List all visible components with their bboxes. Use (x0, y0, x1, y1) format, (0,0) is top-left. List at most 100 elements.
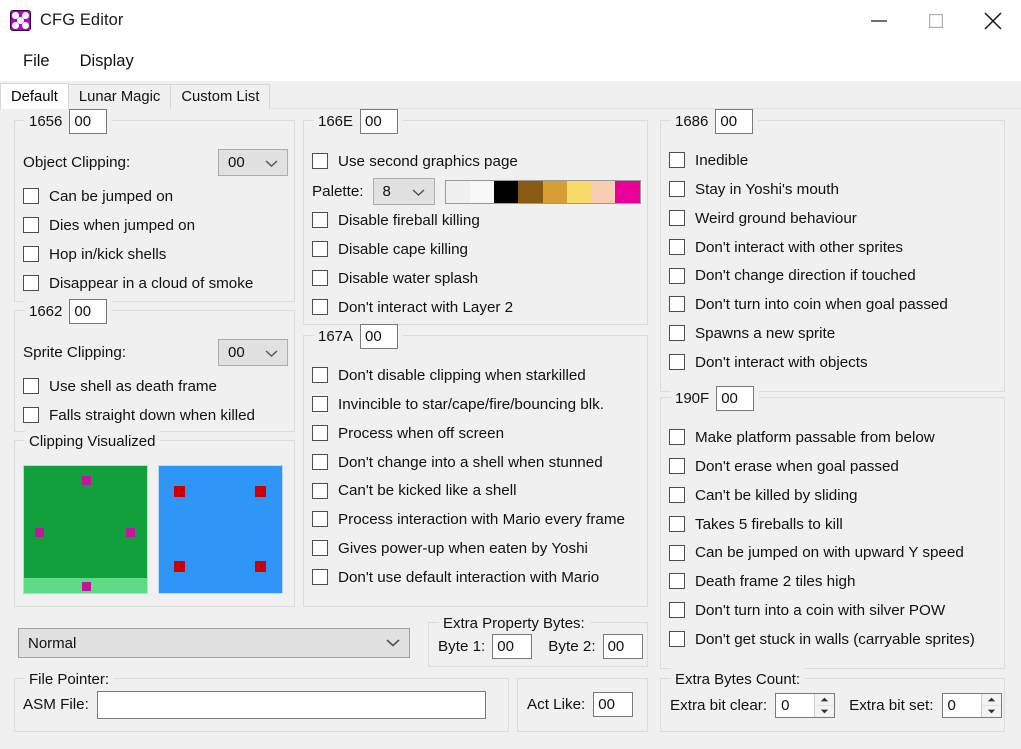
checkbox-dont-use-default-interaction-with-mario[interactable]: Don't use default interaction with Mario (312, 563, 625, 592)
checkbox-spawns-a-new-sprite[interactable]: Spawns a new sprite (669, 319, 948, 348)
sprite-clipping-label: Sprite Clipping: (23, 344, 126, 361)
object-clipping-select[interactable]: 00 (218, 149, 288, 176)
checkbox-falls-straight-down-when-killed[interactable]: Falls straight down when killed (23, 401, 255, 430)
checkbox-disable-fireball-killing[interactable]: Disable fireball killing (312, 206, 513, 235)
checkbox-disable-cape-killing[interactable]: Disable cape killing (312, 235, 513, 264)
tab-lunar-magic[interactable]: Lunar Magic (67, 84, 172, 109)
checkbox-dont-change-direction-if-touched[interactable]: Don't change direction if touched (669, 261, 948, 290)
group-167A-hex-value[interactable]: 00 (360, 323, 399, 349)
extra-bit-clear-stepper[interactable]: 0 (775, 693, 836, 718)
checkbox-process-interaction-with-mario-every-frame[interactable]: Process interaction with Mario every fra… (312, 505, 625, 534)
checkbox-cant-be-killed-by-sliding[interactable]: Can't be killed by sliding (669, 481, 975, 510)
checkbox-stay-in-yoshis-mouth[interactable]: Stay in Yoshi's mouth (669, 175, 948, 204)
checkbox-gives-power-up-when-eaten-by-yoshi[interactable]: Gives power-up when eaten by Yoshi (312, 534, 625, 563)
checkbox-dont-erase-when-goal-passed[interactable]: Don't erase when goal passed (669, 452, 975, 481)
checkbox-can-be-jumped-on-with-upward-y-speed[interactable]: Can be jumped on with upward Y speed (669, 538, 975, 567)
group-190F-hex-value[interactable]: 00 (716, 385, 755, 411)
checkbox-box (312, 540, 328, 557)
sprite-type-select[interactable]: Normal (18, 628, 410, 658)
checkbox-process-when-off-screen[interactable]: Process when off screen (312, 419, 625, 448)
sprite-type-value: Normal (28, 634, 77, 652)
stepper-arrows[interactable] (980, 694, 1001, 717)
stepper-up-icon[interactable] (815, 694, 835, 706)
extra-bit-set-label: Extra bit set: (849, 697, 934, 714)
checkbox-use-shell-as-death-frame[interactable]: Use shell as death frame (23, 372, 255, 401)
tab-strip: Default Lunar Magic Custom List (0, 83, 1021, 109)
asm-file-label: ASM File: (23, 696, 89, 713)
chevron-down-icon (265, 154, 278, 171)
checkbox-disable-water-splash[interactable]: Disable water splash (312, 264, 513, 293)
sprite-clipping-select[interactable]: 00 (218, 339, 288, 366)
checkbox-disappear-in-cloud-of-smoke[interactable]: Disappear in a cloud of smoke (23, 268, 253, 297)
asm-file-input[interactable] (96, 690, 486, 719)
group-1662-address: 1662 (29, 302, 63, 320)
group-167A: 167A 00 Don't disable clipping when star… (303, 323, 648, 607)
checkbox-box (669, 296, 685, 313)
group-1662-hex-value[interactable]: 00 (69, 298, 108, 324)
byte1-input[interactable]: 00 (492, 634, 533, 659)
tab-page-default: 1656 00 Object Clipping: 00 Can be jumpe… (0, 108, 1021, 749)
checkbox-box (312, 298, 328, 315)
checkbox-takes-5-fireballs-to-kill[interactable]: Takes 5 fireballs to kill (669, 509, 975, 538)
tab-custom-list[interactable]: Custom List (170, 84, 271, 109)
close-icon[interactable] (964, 0, 1021, 41)
menu-item-file[interactable]: File (12, 49, 61, 74)
palette-swatch-5 (566, 180, 592, 203)
checkbox-hop-in-kick-shells[interactable]: Hop in/kick shells (23, 240, 253, 269)
clipping-visualized-legend: Clipping Visualized (25, 430, 161, 452)
checkbox-dont-interact-with-layer-2[interactable]: Don't interact with Layer 2 (312, 292, 513, 321)
checkbox-box (669, 544, 685, 561)
palette-swatch-6 (591, 180, 616, 203)
menu-item-display[interactable]: Display (69, 49, 145, 74)
stepper-down-icon[interactable] (982, 706, 1001, 717)
act-like-label: Act Like: (527, 696, 586, 713)
checkbox-dont-interact-with-objects[interactable]: Don't interact with objects (669, 348, 948, 377)
byte2-input[interactable]: 00 (602, 634, 643, 659)
extra-bit-set-stepper[interactable]: 0 (941, 693, 1002, 718)
checkbox-label: Disable fireball killing (338, 212, 480, 230)
extra-bit-clear-value: 0 (781, 697, 790, 714)
checkbox-invincible-to-star-cape-fire-bouncing-blk[interactable]: Invincible to star/cape/fire/bouncing bl… (312, 390, 625, 419)
checkbox-dies-when-jumped-on[interactable]: Dies when jumped on (23, 211, 253, 240)
stepper-up-icon[interactable] (981, 694, 1001, 706)
checkbox-label: Use shell as death frame (49, 378, 217, 396)
group-167A-legend: 167A 00 (314, 323, 404, 349)
checkbox-dont-disable-clipping-when-starkilled[interactable]: Don't disable clipping when starkilled (312, 361, 625, 390)
stepper-down-icon[interactable] (815, 706, 834, 717)
group-1656-hex-value[interactable]: 00 (69, 108, 108, 134)
palette-select[interactable]: 8 (372, 178, 435, 205)
checkbox-dont-change-into-a-shell-when-stunned[interactable]: Don't change into a shell when stunned (312, 447, 625, 476)
clip-marker-top (82, 476, 91, 485)
checkbox-dont-turn-into-a-coin-with-silver-pow[interactable]: Don't turn into a coin with silver POW (669, 596, 975, 625)
object-clipping-label: Object Clipping: (23, 154, 131, 171)
checkbox-label: Don't interact with objects (695, 353, 868, 371)
palette-swatch-0 (446, 181, 470, 203)
checkbox-weird-ground-behaviour[interactable]: Weird ground behaviour (669, 204, 948, 233)
palette-swatch-7 (615, 180, 640, 203)
checkbox-box (23, 188, 39, 205)
checkbox-label: Don't turn into a coin with silver POW (695, 602, 946, 620)
group-166E-hex-value[interactable]: 00 (360, 108, 399, 134)
checkbox-dont-interact-with-other-sprites[interactable]: Don't interact with other sprites (669, 232, 948, 261)
file-pointer-legend: File Pointer: (25, 668, 115, 690)
checkbox-dont-turn-into-coin-when-goal-passed[interactable]: Don't turn into coin when goal passed (669, 290, 948, 319)
checkbox-inedible[interactable]: Inedible (669, 146, 948, 175)
checkbox-make-platform-passable-from-below[interactable]: Make platform passable from below (669, 423, 975, 452)
group-190F-address: 190F (675, 389, 710, 407)
group-1686-hex-value[interactable]: 00 (715, 108, 754, 134)
palette-swatch-4 (542, 180, 567, 203)
checkbox-use-second-graphics-page[interactable]: Use second graphics page (312, 147, 518, 176)
tab-default[interactable]: Default (0, 83, 69, 109)
act-like-input[interactable]: 00 (593, 692, 634, 717)
checkbox-death-frame-2-tiles-high[interactable]: Death frame 2 tiles high (669, 567, 975, 596)
minimize-icon[interactable] (850, 0, 907, 41)
maximize-icon[interactable] (907, 0, 964, 41)
checkbox-box (669, 325, 685, 342)
group-190F-legend: 190F 00 (671, 385, 760, 411)
checkbox-cant-be-kicked-like-a-shell[interactable]: Can't be kicked like a shell (312, 476, 625, 505)
checkbox-can-be-jumped-on[interactable]: Can be jumped on (23, 182, 253, 211)
checkbox-label: Don't change into a shell when stunned (338, 453, 603, 471)
stepper-arrows[interactable] (814, 694, 835, 717)
checkbox-dont-get-stuck-in-walls-carryable-sprites[interactable]: Don't get stuck in walls (carryable spri… (669, 625, 975, 654)
chevron-down-icon (386, 635, 400, 652)
